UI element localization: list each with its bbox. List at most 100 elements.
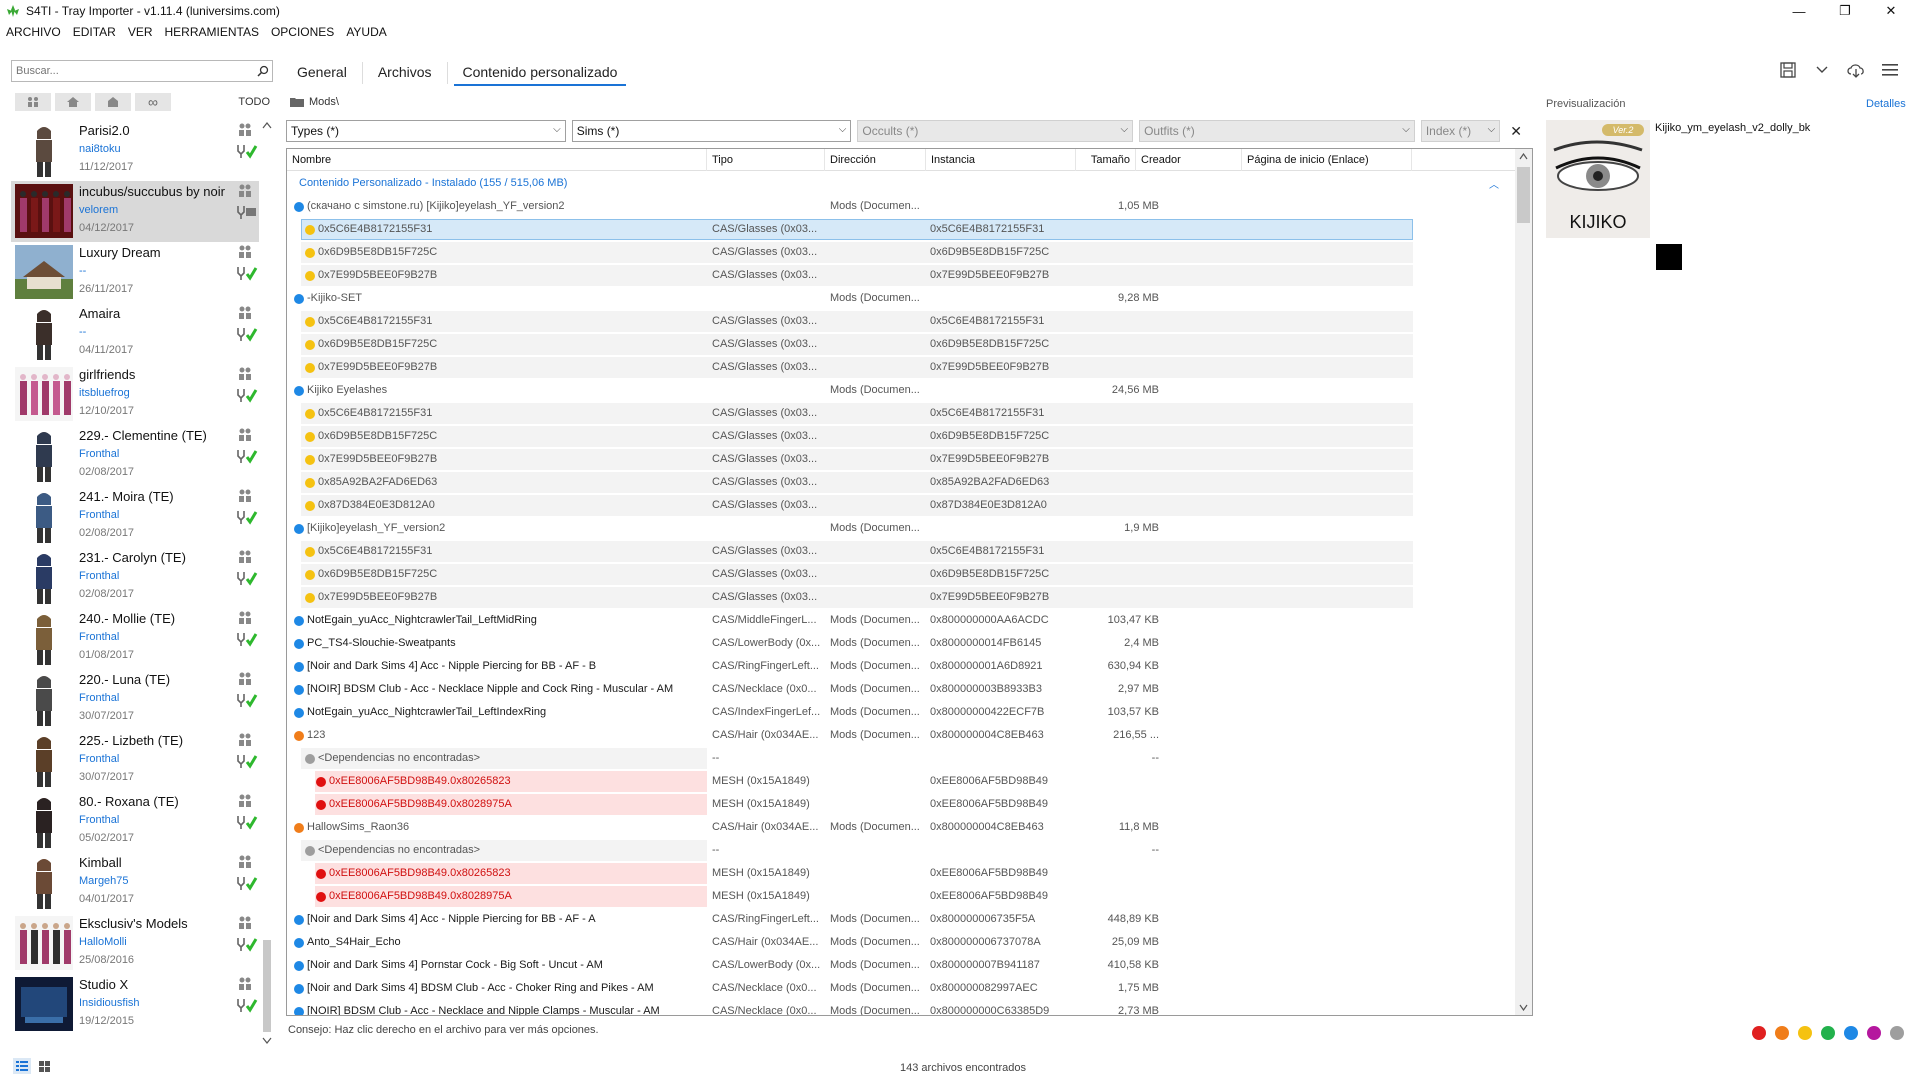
table-row[interactable]: [NOIR] BDSM Club - Acc - Necklace Nipple… bbox=[287, 678, 1515, 701]
save-icon[interactable] bbox=[1778, 60, 1798, 80]
menu-editar[interactable]: EDITAR bbox=[73, 25, 116, 39]
list-view-icon[interactable] bbox=[13, 1058, 31, 1074]
table-row[interactable]: 0x87D384E0E3D812A0 CAS/Glasses (0x03... … bbox=[287, 494, 1515, 517]
col-instancia[interactable]: Instancia bbox=[926, 149, 1076, 171]
tab-contenido-personalizado[interactable]: Contenido personalizado bbox=[453, 60, 627, 86]
search-input[interactable] bbox=[12, 62, 254, 80]
sim-list-item[interactable]: Kimball Margeh75 04/01/2017 bbox=[11, 852, 259, 913]
sim-author[interactable]: -- bbox=[79, 326, 86, 338]
menu-opciones[interactable]: OPCIONES bbox=[271, 25, 334, 39]
color-filter-dot[interactable] bbox=[1775, 1026, 1789, 1040]
table-row[interactable]: [Noir and Dark Sims 4] Acc - Nipple Pier… bbox=[287, 655, 1515, 678]
color-filter-dot[interactable] bbox=[1821, 1026, 1835, 1040]
sim-list-item[interactable]: Eksclusiv's Models HalloMolli 25/08/2016 bbox=[11, 913, 259, 974]
menu-ver[interactable]: VER bbox=[128, 25, 153, 39]
sims-filter[interactable]: Sims (*) ⌵ bbox=[571, 120, 852, 142]
filter-all-button[interactable]: ∞ bbox=[135, 93, 171, 111]
filter-lots-button[interactable] bbox=[55, 93, 91, 111]
table-row[interactable]: NotEgain_yuAcc_NightcrawlerTail_LeftInde… bbox=[287, 701, 1515, 724]
grid-scrollbar-thumb[interactable] bbox=[1517, 167, 1530, 223]
table-row[interactable]: 0x5C6E4B8172155F31 CAS/Glasses (0x03... … bbox=[287, 218, 1515, 241]
col-tamano[interactable]: Tamaño bbox=[1076, 149, 1136, 171]
table-row[interactable]: 0x6D9B5E8DB15F725C CAS/Glasses (0x03... … bbox=[287, 425, 1515, 448]
sim-list-item[interactable]: 229.- Clementine (TE) Fronthal 02/08/201… bbox=[11, 425, 259, 486]
sim-author[interactable]: Margeh75 bbox=[79, 875, 129, 887]
sim-list-item[interactable]: 220.- Luna (TE) Fronthal 30/07/2017 bbox=[11, 669, 259, 730]
table-row[interactable]: [NOIR] BDSM Club - Acc - Necklace and Ni… bbox=[287, 1000, 1515, 1015]
grid-scrollbar[interactable] bbox=[1515, 149, 1532, 1015]
sim-list-item[interactable]: 80.- Roxana (TE) Fronthal 05/02/2017 bbox=[11, 791, 259, 852]
occults-filter[interactable]: Occults (*) ⌵ bbox=[857, 120, 1134, 142]
sim-author[interactable]: -- bbox=[79, 265, 86, 277]
table-row[interactable]: 0x5C6E4B8172155F31 CAS/Glasses (0x03... … bbox=[287, 310, 1515, 333]
sim-list-item[interactable]: Parisi2.0 nai8toku 11/12/2017 bbox=[11, 120, 259, 181]
table-row[interactable]: 0x6D9B5E8DB15F725C CAS/Glasses (0x03... … bbox=[287, 563, 1515, 586]
table-row[interactable]: 0x5C6E4B8172155F31 CAS/Glasses (0x03... … bbox=[287, 540, 1515, 563]
chevron-up-icon[interactable]: ︿ bbox=[1489, 176, 1499, 191]
color-filter-dot[interactable] bbox=[1867, 1026, 1881, 1040]
group-header[interactable]: Contenido Personalizado - Instalado (155… bbox=[287, 173, 1515, 193]
menu-ayuda[interactable]: AYUDA bbox=[346, 25, 386, 39]
sim-author[interactable]: velorem bbox=[79, 204, 118, 216]
table-row[interactable]: 0xEE8006AF5BD98B49.0x8028975A MESH (0x15… bbox=[287, 793, 1515, 816]
table-row[interactable]: 0x7E99D5BEE0F9B27B CAS/Glasses (0x03... … bbox=[287, 448, 1515, 471]
table-row[interactable]: 0x6D9B5E8DB15F725C CAS/Glasses (0x03... … bbox=[287, 241, 1515, 264]
sim-author[interactable]: Fronthal bbox=[79, 692, 119, 704]
col-creador[interactable]: Creador bbox=[1136, 149, 1242, 171]
color-filter-dot[interactable] bbox=[1752, 1026, 1766, 1040]
sim-author[interactable]: Fronthal bbox=[79, 448, 119, 460]
sim-list-item[interactable]: Studio X Insidiousfish 19/12/2015 bbox=[11, 974, 259, 1035]
table-row[interactable]: [Noir and Dark Sims 4] Pornstar Cock - B… bbox=[287, 954, 1515, 977]
table-row[interactable]: 0xEE8006AF5BD98B49.0x80265823 MESH (0x15… bbox=[287, 862, 1515, 885]
color-filter-dot[interactable] bbox=[1890, 1026, 1904, 1040]
cloud-download-icon[interactable] bbox=[1846, 60, 1866, 80]
sim-author[interactable]: HalloMolli bbox=[79, 936, 127, 948]
sim-author[interactable]: Fronthal bbox=[79, 753, 119, 765]
sim-author[interactable]: Insidiousfish bbox=[79, 997, 140, 1009]
sim-list-item[interactable]: 240.- Mollie (TE) Fronthal 01/08/2017 bbox=[11, 608, 259, 669]
sim-author[interactable]: Fronthal bbox=[79, 570, 119, 582]
sim-list-item[interactable]: incubus/succubus by noir velorem 04/12/2… bbox=[11, 181, 259, 242]
path-text[interactable]: Mods\ bbox=[309, 96, 339, 108]
table-row[interactable]: 0xEE8006AF5BD98B49.0x8028975A MESH (0x15… bbox=[287, 885, 1515, 908]
table-row[interactable]: NotEgain_yuAcc_NightcrawlerTail_LeftMidR… bbox=[287, 609, 1515, 632]
sim-author[interactable]: Fronthal bbox=[79, 814, 119, 826]
minimize-button[interactable]: — bbox=[1776, 0, 1822, 22]
col-direccion[interactable]: Dirección bbox=[825, 149, 926, 171]
filter-sims-button[interactable] bbox=[15, 93, 51, 111]
types-filter[interactable]: Types (*) ⌵ bbox=[286, 120, 566, 142]
color-filter-dot[interactable] bbox=[1798, 1026, 1812, 1040]
table-row[interactable]: [Noir and Dark Sims 4] BDSM Club - Acc -… bbox=[287, 977, 1515, 1000]
table-row[interactable]: [Kijiko]eyelash_YF_version2 Mods (Docume… bbox=[287, 517, 1515, 540]
filter-todo-label[interactable]: TODO bbox=[238, 96, 270, 108]
grid-view-icon[interactable] bbox=[35, 1058, 53, 1074]
sim-list-item[interactable]: Luxury Dream -- 26/11/2017 bbox=[11, 242, 259, 303]
sim-author[interactable]: nai8toku bbox=[79, 143, 121, 155]
index-filter[interactable]: Index (*) ⌵ bbox=[1420, 120, 1501, 142]
search-icon[interactable] bbox=[254, 62, 272, 80]
clear-filters-close-icon[interactable]: ✕ bbox=[1506, 121, 1526, 141]
table-row[interactable]: Kijiko Eyelashes Mods (Documen... 24,56 … bbox=[287, 379, 1515, 402]
table-row[interactable]: <Dependencias no encontradas> -- -- bbox=[287, 747, 1515, 770]
table-row[interactable]: 0x7E99D5BEE0F9B27B CAS/Glasses (0x03... … bbox=[287, 264, 1515, 287]
menu-herramientas[interactable]: HERRAMIENTAS bbox=[165, 25, 259, 39]
sim-author[interactable]: itsbluefrog bbox=[79, 387, 130, 399]
filter-rooms-button[interactable] bbox=[95, 93, 131, 111]
details-link[interactable]: Detalles bbox=[1866, 98, 1906, 110]
sim-list-item[interactable]: 225.- Lizbeth (TE) Fronthal 30/07/2017 bbox=[11, 730, 259, 791]
table-row[interactable]: 0x5C6E4B8172155F31 CAS/Glasses (0x03... … bbox=[287, 402, 1515, 425]
col-tipo[interactable]: Tipo bbox=[707, 149, 825, 171]
preview-color-swatch[interactable] bbox=[1656, 244, 1682, 270]
table-row[interactable]: 0x85A92BA2FAD6ED63 CAS/Glasses (0x03... … bbox=[287, 471, 1515, 494]
sim-author[interactable]: Fronthal bbox=[79, 631, 119, 643]
table-row[interactable]: 0xEE8006AF5BD98B49.0x80265823 MESH (0x15… bbox=[287, 770, 1515, 793]
tab-archivos[interactable]: Archivos bbox=[369, 60, 441, 86]
table-row[interactable]: [Noir and Dark Sims 4] Acc - Nipple Pier… bbox=[287, 908, 1515, 931]
table-row[interactable]: HallowSims_Raon36 CAS/Hair (0x034AE... M… bbox=[287, 816, 1515, 839]
hamburger-menu-icon[interactable] bbox=[1880, 60, 1900, 80]
close-button[interactable]: ✕ bbox=[1868, 0, 1914, 22]
table-row[interactable]: -Kijiko-SET Mods (Documen... 9,28 MB bbox=[287, 287, 1515, 310]
color-filter-dot[interactable] bbox=[1844, 1026, 1858, 1040]
sim-list-item[interactable]: girlfriends itsbluefrog 12/10/2017 bbox=[11, 364, 259, 425]
outfits-filter[interactable]: Outfits (*) ⌵ bbox=[1139, 120, 1415, 142]
